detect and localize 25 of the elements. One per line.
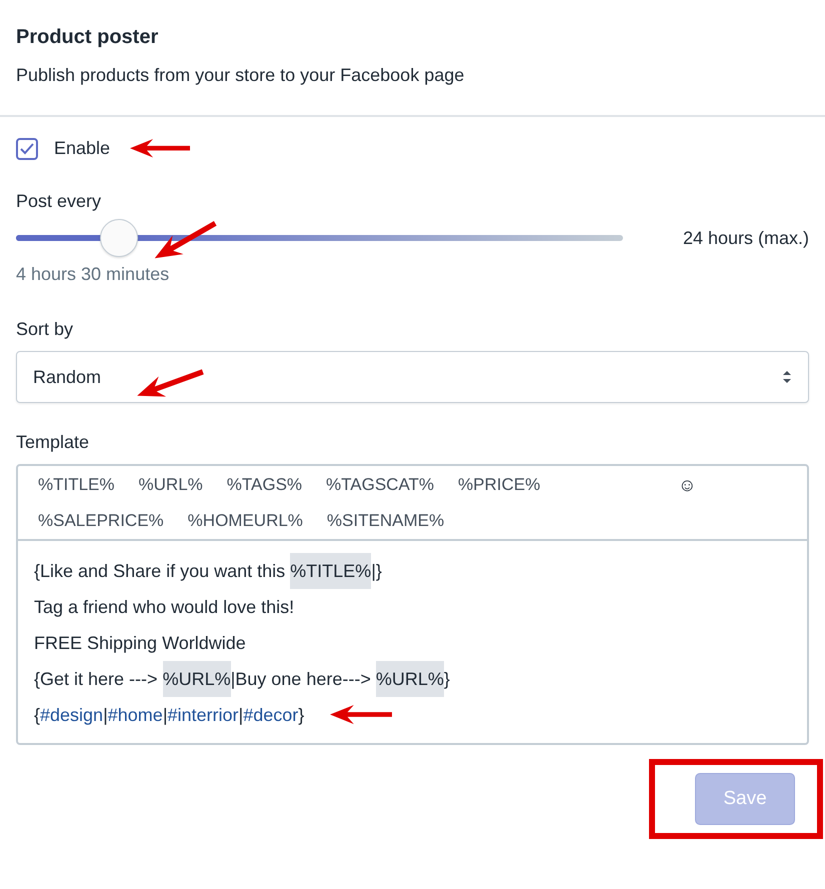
sort-arrows-icon (782, 370, 792, 384)
token-button[interactable]: %URL% (138, 472, 203, 498)
enable-checkbox[interactable] (16, 138, 38, 160)
checkbox-label: Enable (54, 137, 110, 160)
slider-reading: 4 hours 30 minutes (16, 263, 170, 286)
annotation-arrow (330, 705, 392, 725)
field-label: Post every (16, 190, 102, 213)
card-subtitle: Publish products from your store to your Facebook page (16, 64, 466, 87)
token-button[interactable]: %TAGS% (226, 472, 302, 498)
token-button[interactable]: %SITENAME% (326, 508, 444, 533)
token-button[interactable]: %HOMEURL% (188, 508, 303, 533)
check-icon (20, 142, 34, 154)
field-label: Template (16, 431, 90, 454)
field-label: Sort by (16, 318, 74, 341)
token-button[interactable]: %TAGSCAT% (326, 472, 434, 498)
card-title: Product poster (16, 25, 160, 50)
template-editor[interactable]: {Like and Share if you want this %TITLE%|} Tag a friend who would love this! FREE Shipping Worldwide {Get it here ---> %URL%|Buy one here---> %URL%} {#design|#home|#interrior|#decor} (18, 541, 807, 743)
sort-select[interactable]: Random (16, 351, 809, 403)
max-label: 24 hours (max.) (682, 226, 809, 250)
emoji-button[interactable]: ☺ (678, 472, 696, 499)
annotation-arrow (130, 139, 190, 158)
token-button[interactable]: %SALEPRICE% (38, 508, 164, 533)
token-button[interactable]: %PRICE% (458, 472, 540, 498)
token-button[interactable]: %TITLE% (38, 472, 115, 498)
slider-thumb[interactable] (100, 219, 138, 257)
